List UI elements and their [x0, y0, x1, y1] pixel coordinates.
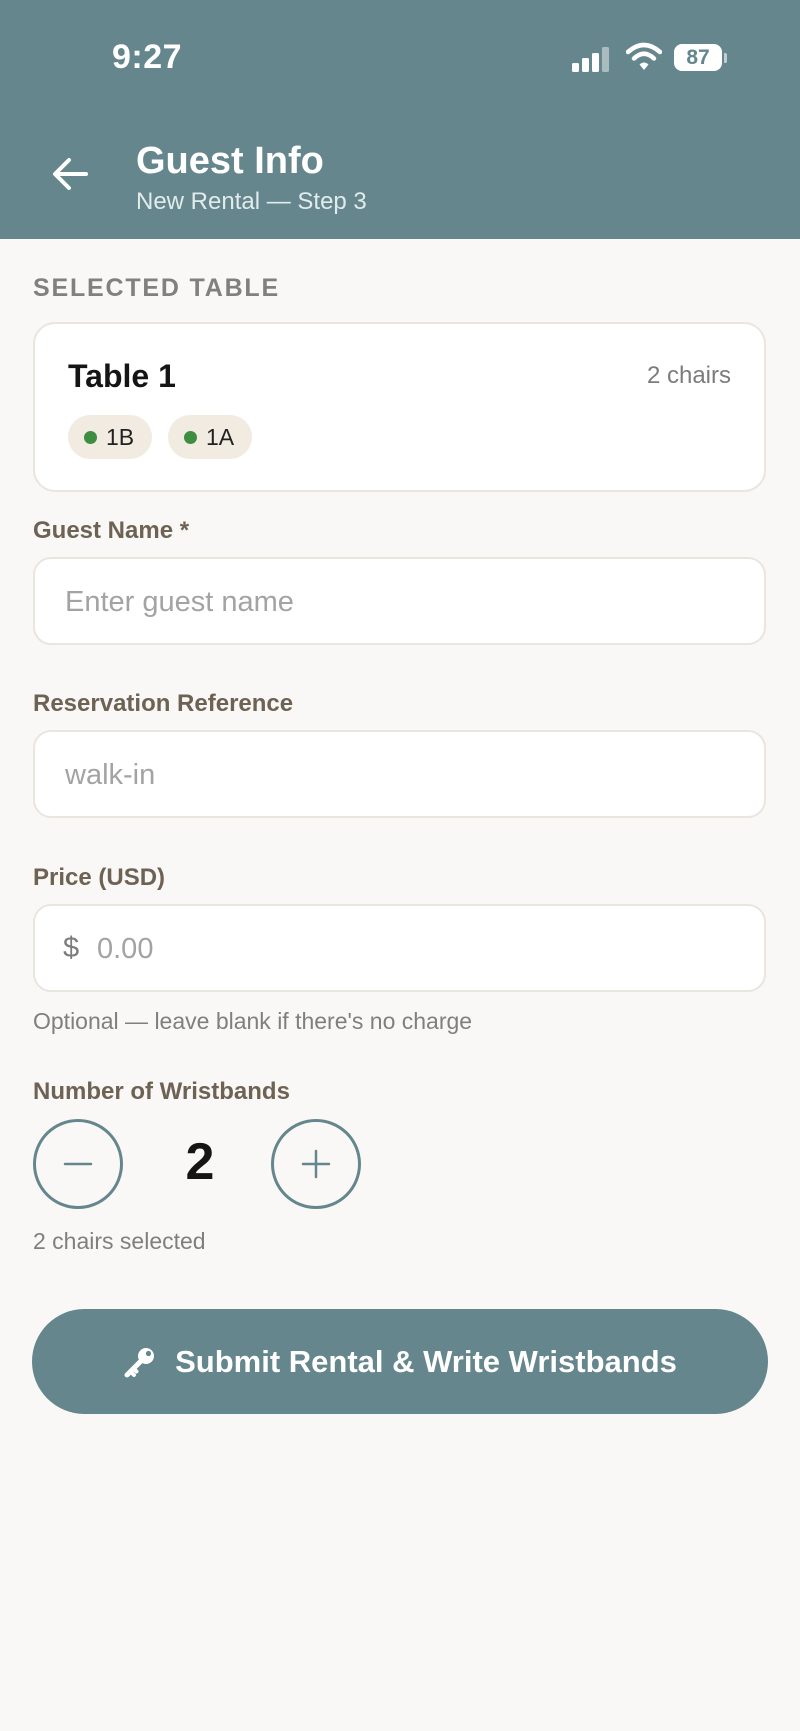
battery-cap: [724, 53, 727, 63]
page-title: Guest Info: [136, 140, 324, 182]
currency-symbol: $: [63, 932, 80, 964]
submit-rental-button[interactable]: Submit Rental & Write Wristbands: [32, 1309, 768, 1414]
selected-table-heading: SELECTED TABLE: [33, 274, 280, 302]
minus-icon: [63, 1162, 93, 1166]
price-field-box: $: [33, 904, 766, 992]
table-name: Table 1: [68, 358, 176, 394]
status-icons: 87: [572, 42, 732, 78]
table-chair-count: 2 chairs: [646, 362, 731, 389]
selected-table-card: Table 1 2 chairs 1B 1A: [33, 322, 766, 492]
seat-chip-1b: 1B: [68, 415, 153, 459]
plus-icon: [301, 1149, 331, 1179]
status-time: 9:27: [112, 38, 183, 76]
seat-label: 1A: [206, 423, 235, 450]
reservation-reference-label: Reservation Reference: [33, 690, 294, 717]
chairs-selected-text: 2 chairs selected: [33, 1228, 206, 1254]
decrement-wristbands-button[interactable]: [33, 1119, 123, 1209]
seat-label: 1B: [106, 423, 135, 450]
wristbands-label: Number of Wristbands: [33, 1078, 290, 1105]
increment-wristbands-button[interactable]: [271, 1119, 361, 1209]
back-button[interactable]: [50, 154, 90, 194]
reservation-reference-field-box: [33, 730, 766, 818]
guest-name-input[interactable]: [63, 559, 727, 645]
reservation-reference-input[interactable]: [63, 732, 727, 818]
price-label: Price (USD): [33, 864, 166, 891]
app-header: 9:27 87 Guest Info New Rental — Step 3: [0, 0, 800, 239]
arrow-left-icon: [53, 158, 88, 190]
seat-chip-1a: 1A: [168, 415, 253, 459]
wristband-count: 2: [185, 1133, 215, 1191]
seat-status-dot: [184, 430, 197, 444]
wifi-icon: [626, 42, 662, 70]
guest-name-label: Guest Name *: [33, 517, 190, 544]
guest-name-field-box: [33, 557, 766, 645]
page-subtitle: New Rental — Step 3: [136, 188, 367, 215]
cellular-signal-icon: [572, 46, 616, 72]
price-help-text: Optional — leave blank if there's no cha…: [33, 1008, 473, 1034]
battery-icon: 87: [674, 44, 722, 71]
price-input[interactable]: [95, 906, 719, 992]
submit-label: Submit Rental & Write Wristbands: [175, 1343, 677, 1379]
key-icon: [124, 1347, 155, 1377]
seat-status-dot: [84, 430, 97, 444]
